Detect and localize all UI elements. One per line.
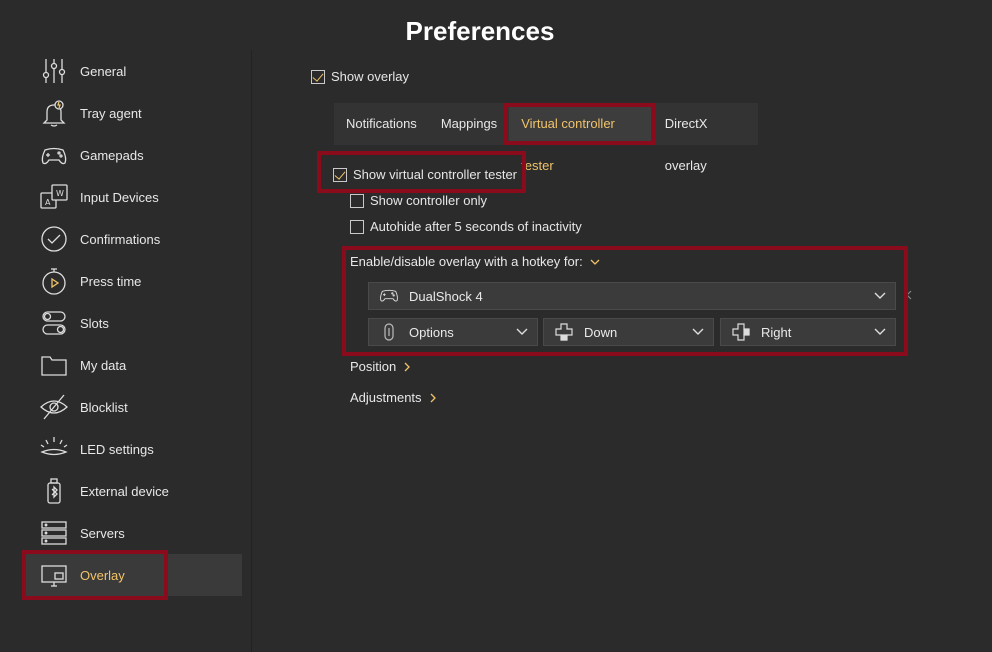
chevron-down-icon [874,328,886,335]
show-tester-option[interactable]: Show virtual controller tester [333,167,517,182]
chevron-down-icon [516,328,528,335]
sidebar-item-input-devices[interactable]: AW Input Devices [24,176,242,218]
chevron-right-icon [430,393,436,402]
gamepad-icon [379,286,399,306]
sidebar-divider [251,50,252,652]
sidebar-item-slots[interactable]: Slots [24,302,242,344]
autohide-option[interactable]: Autohide after 5 seconds of inactivity [350,219,582,234]
sidebar-item-label: External device [80,483,169,499]
gamepad-icon [38,139,70,171]
show-tester-label: Show virtual controller tester [353,167,518,182]
sidebar-item-gamepads[interactable]: Gamepads [24,134,242,176]
sidebar-item-label: Gamepads [80,147,144,163]
stopwatch-icon [38,265,70,297]
tab-directx-overlay[interactable]: DirectX overlay [653,103,758,173]
folder-icon [38,349,70,381]
autohide-label: Autohide after 5 seconds of inactivity [370,219,582,234]
bluetooth-device-icon [38,475,70,507]
sidebar-item-label: Press time [80,273,142,289]
controller-only-label: Show controller only [370,193,488,208]
controller-only-checkbox[interactable] [350,193,364,208]
sidebar-item-label: Input Devices [80,189,159,205]
keyboard-keys-icon: AW [38,181,70,213]
led-lamp-icon [38,433,70,465]
chevron-right-icon [404,362,411,371]
show-overlay-option[interactable]: Show overlay [311,69,409,84]
sidebar-item-label: LED settings [80,441,154,457]
sidebar-item-label: Confirmations [80,231,161,247]
sidebar-item-led-settings[interactable]: LED settings [24,428,242,470]
svg-text:W: W [56,189,64,198]
sidebar-item-external-device[interactable]: External device [24,470,242,512]
chevron-left-icon[interactable] [905,290,913,300]
sidebar: General Tray agent Gamepads AW Input Dev… [24,50,242,596]
autohide-checkbox[interactable] [350,219,364,234]
position-expander[interactable]: Position [350,359,412,374]
device-select-value: DualShock 4 [409,288,483,304]
tab-notifications[interactable]: Notifications [334,103,429,145]
device-select[interactable]: DualShock 4 [368,282,896,310]
sidebar-item-press-time[interactable]: Press time [24,260,242,302]
dpad-right-icon [731,322,751,342]
show-overlay-checkbox[interactable] [311,69,325,84]
sidebar-item-label: Blocklist [80,399,128,415]
sidebar-item-confirmations[interactable]: Confirmations [24,218,242,260]
chevron-down-icon [874,292,886,299]
server-icon [38,517,70,549]
position-label: Position [350,359,397,374]
sidebar-item-label: General [80,63,127,79]
sidebar-item-blocklist[interactable]: Blocklist [24,386,242,428]
sliders-icon [38,55,70,87]
hotkey-button-2-value: Down [584,324,618,340]
sidebar-item-general[interactable]: General [24,50,242,92]
hotkey-expander[interactable]: Enable/disable overlay with a hotkey for… [350,254,601,269]
hotkey-button-1-value: Options [409,324,454,340]
monitor-icon [38,559,70,591]
toggles-icon [38,307,70,339]
tab-bar: Notifications Mappings Virtual controlle… [334,103,758,173]
sidebar-item-label: Overlay [80,567,125,583]
page-title: Preferences [405,16,555,46]
svg-text:A: A [45,198,51,207]
sidebar-item-label: My data [80,357,127,373]
options-button-icon [379,322,399,342]
adjustments-expander[interactable]: Adjustments [350,390,438,405]
checkmark-circle-icon [38,223,70,255]
sidebar-item-servers[interactable]: Servers [24,512,242,554]
adjustments-label: Adjustments [350,390,422,405]
controller-only-option[interactable]: Show controller only [350,193,487,208]
bell-icon [38,97,70,129]
tab-virtual-controller-tester[interactable]: Virtual controller tester [509,103,653,173]
sidebar-item-tray-agent[interactable]: Tray agent [24,92,242,134]
sidebar-item-overlay[interactable]: Overlay [24,554,242,596]
show-overlay-label: Show overlay [331,69,410,84]
chevron-down-icon [692,328,704,335]
hotkey-button-1-select[interactable]: Options [368,318,538,346]
dpad-down-icon [554,322,574,342]
sidebar-item-label: Tray agent [80,105,142,121]
eye-off-icon [38,391,70,423]
tab-mappings[interactable]: Mappings [429,103,509,145]
hotkey-button-3-select[interactable]: Right [720,318,896,346]
show-tester-checkbox[interactable] [333,167,347,182]
sidebar-item-my-data[interactable]: My data [24,344,242,386]
sidebar-item-label: Slots [80,315,109,331]
hotkey-button-3-value: Right [761,324,792,340]
hotkey-button-2-select[interactable]: Down [543,318,714,346]
chevron-down-icon [590,259,600,265]
hotkey-heading: Enable/disable overlay with a hotkey for… [350,254,583,269]
sidebar-item-label: Servers [80,525,125,541]
